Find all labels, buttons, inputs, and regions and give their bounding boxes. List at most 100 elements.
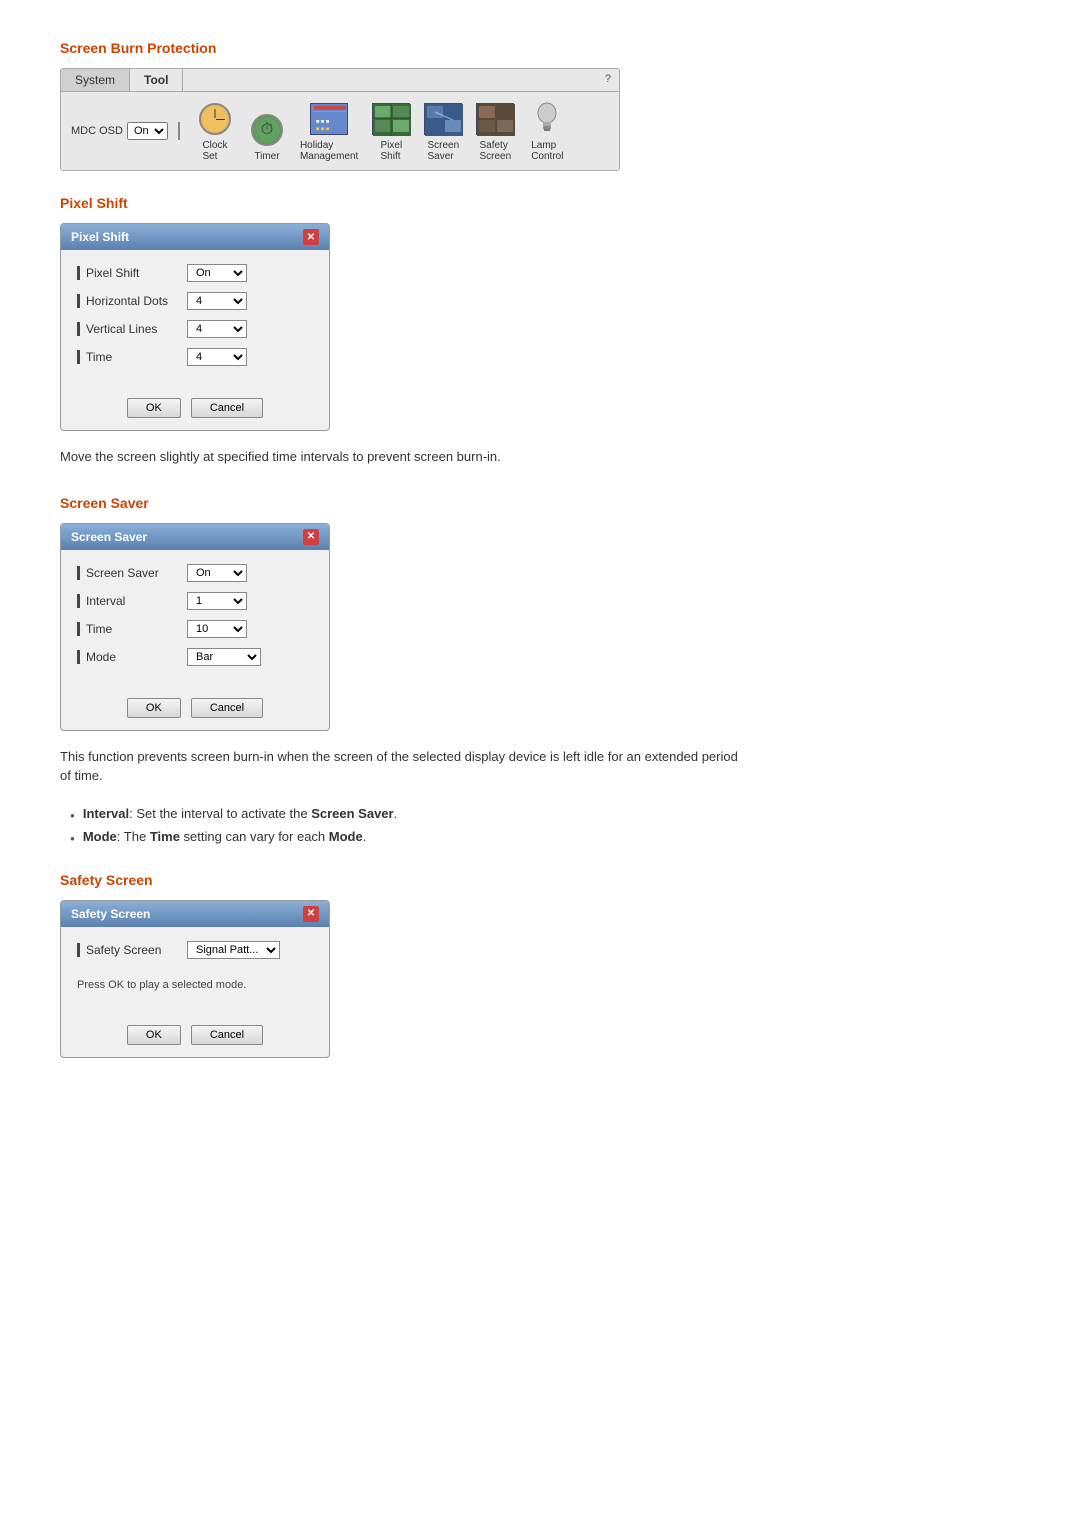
screen-saver-row-3: Time 102030 <box>77 620 313 638</box>
safety-screen-section-title: Safety Screen <box>60 872 1020 888</box>
toolbar-item-holiday[interactable]: ■ ■ ■ ■ ■ ■ HolidayManagement <box>300 100 358 162</box>
screen-saver-label-1: Screen Saver <box>77 566 187 580</box>
timer-icon <box>251 114 283 146</box>
toolbar-panel: System Tool ? MDC OSD On Off ClockSet <box>60 68 620 171</box>
pixel-shift-select-4[interactable]: 4812 <box>187 348 247 366</box>
pixel-shift-dialog-body: Pixel Shift On Off Horizontal Dots 4812 … <box>61 250 329 390</box>
pixel-shift-label-1: Pixel Shift <box>77 266 187 280</box>
mdc-osd-select[interactable]: On Off <box>127 122 168 140</box>
page-title: Screen Burn Protection <box>60 40 1020 56</box>
help-icon[interactable]: ? <box>597 69 619 91</box>
lamp-control-icon-box <box>528 100 566 138</box>
safety-screen-dialog: Safety Screen ✕ Safety Screen Signal Pat… <box>60 900 330 1058</box>
toolbar-item-timer[interactable]: Timer <box>248 111 286 162</box>
screen-saver-footer: OK Cancel <box>61 690 329 730</box>
safety-screen-icon-box <box>476 100 514 138</box>
screen-saver-ok-button[interactable]: OK <box>127 698 181 718</box>
pixel-shift-cancel-button[interactable]: Cancel <box>191 398 263 418</box>
tab-system[interactable]: System <box>61 69 130 91</box>
clock-set-icon-box <box>196 100 234 138</box>
toolbar-item-clock-set[interactable]: ClockSet <box>196 100 234 162</box>
svg-text:■ ■ ■: ■ ■ ■ <box>316 119 330 125</box>
screen-saver-row-4: Mode BarFadeAll White <box>77 648 313 666</box>
screen-saver-dialog-body: Screen Saver OnOff Interval 125 Time 102… <box>61 550 329 690</box>
screen-saver-close-button[interactable]: ✕ <box>303 529 319 545</box>
toolbar-item-lamp-control[interactable]: LampControl <box>528 100 566 162</box>
screen-saver-dialog-titlebar: Screen Saver ✕ <box>61 524 329 550</box>
toolbar-tabs: System Tool ? <box>61 69 619 92</box>
bullet-item-mode: ● Mode: The Time setting can vary for ea… <box>70 829 1020 844</box>
holiday-label: HolidayManagement <box>300 140 358 162</box>
mdc-osd-label: MDC OSD <box>71 125 123 137</box>
pixel-shift-row-2: Horizontal Dots 4812 <box>77 292 313 310</box>
safety-screen-note: Press OK to play a selected mode. <box>77 975 313 999</box>
lamp-control-icon <box>533 103 561 135</box>
toolbar-item-pixel-shift[interactable]: PixelShift <box>372 100 410 162</box>
screen-saver-cancel-button[interactable]: Cancel <box>191 698 263 718</box>
pixel-shift-footer: OK Cancel <box>61 390 329 430</box>
screen-saver-label-4: Mode <box>77 650 187 664</box>
safety-screen-icon <box>476 103 514 135</box>
pixel-shift-select-1[interactable]: On Off <box>187 264 247 282</box>
pixel-shift-label-2: Horizontal Dots <box>77 294 187 308</box>
safety-screen-ok-button[interactable]: OK <box>127 1025 181 1045</box>
screen-saver-icon-box <box>424 100 462 138</box>
toolbar-body: MDC OSD On Off ClockSet Timer <box>61 92 619 170</box>
screen-saver-bullets: ● Interval: Set the interval to activate… <box>60 806 1020 844</box>
pixel-shift-label-4: Time <box>77 350 187 364</box>
screen-saver-row-2: Interval 125 <box>77 592 313 610</box>
pixel-shift-dialog: Pixel Shift ✕ Pixel Shift On Off Horizon… <box>60 223 330 431</box>
screen-saver-select-3[interactable]: 102030 <box>187 620 247 638</box>
timer-icon-box <box>248 111 286 149</box>
safety-screen-select-1[interactable]: Signal Patt... Bar Fade <box>187 941 280 959</box>
pixel-shift-ok-button[interactable]: OK <box>127 398 181 418</box>
pixel-shift-icon <box>372 103 410 135</box>
pixel-shift-select-2[interactable]: 4812 <box>187 292 247 310</box>
screen-saver-section: Screen Saver Screen Saver ✕ Screen Saver… <box>60 495 1020 844</box>
safety-screen-label-1: Safety Screen <box>77 943 187 957</box>
screen-saver-label-2: Interval <box>77 594 187 608</box>
safety-screen-cancel-button[interactable]: Cancel <box>191 1025 263 1045</box>
holiday-icon-box-wrap: ■ ■ ■ ■ ■ ■ <box>310 100 348 138</box>
svg-text:■ ■ ■: ■ ■ ■ <box>316 126 330 132</box>
pixel-shift-section: Pixel Shift Pixel Shift ✕ Pixel Shift On… <box>60 195 1020 467</box>
screen-saver-dialog-title: Screen Saver <box>71 530 147 544</box>
safety-screen-label: SafetyScreen <box>479 140 511 162</box>
bullet-dot-2: ● <box>70 834 75 843</box>
pixel-shift-icon-box <box>372 100 410 138</box>
clock-set-label: ClockSet <box>202 140 227 162</box>
screen-saver-select-4[interactable]: BarFadeAll White <box>187 648 261 666</box>
tab-tool[interactable]: Tool <box>130 69 183 91</box>
safety-screen-footer: OK Cancel <box>61 1017 329 1057</box>
screen-saver-label: ScreenSaver <box>427 140 459 162</box>
clock-icon <box>199 103 231 135</box>
safety-screen-dialog-titlebar: Safety Screen ✕ <box>61 901 329 927</box>
toolbar-item-safety-screen[interactable]: SafetyScreen <box>476 100 514 162</box>
bullet-text-mode: Mode: The Time setting can vary for each… <box>83 829 367 844</box>
bullet-item-interval: ● Interval: Set the interval to activate… <box>70 806 1020 821</box>
screen-saver-row-1: Screen Saver OnOff <box>77 564 313 582</box>
screen-saver-select-2[interactable]: 125 <box>187 592 247 610</box>
pixel-shift-label: PixelShift <box>380 140 402 162</box>
safety-screen-close-button[interactable]: ✕ <box>303 906 319 922</box>
holiday-icon: ■ ■ ■ ■ ■ ■ <box>310 103 348 135</box>
safety-screen-dialog-title: Safety Screen <box>71 907 150 921</box>
toolbar-item-screen-saver[interactable]: ScreenSaver <box>424 100 462 162</box>
pixel-shift-row-1: Pixel Shift On Off <box>77 264 313 282</box>
pixel-shift-select-3[interactable]: 4812 <box>187 320 247 338</box>
screen-saver-section-title: Screen Saver <box>60 495 1020 511</box>
mdc-osd-control: MDC OSD On Off <box>71 122 180 140</box>
pixel-shift-description: Move the screen slightly at specified ti… <box>60 447 740 467</box>
bullet-dot-1: ● <box>70 811 75 820</box>
timer-label: Timer <box>254 151 279 162</box>
pixel-shift-dialog-title: Pixel Shift <box>71 230 129 244</box>
toolbar-items: ClockSet Timer ■ ■ ■ <box>196 100 566 162</box>
pixel-shift-close-button[interactable]: ✕ <box>303 229 319 245</box>
safety-screen-section: Safety Screen Safety Screen ✕ Safety Scr… <box>60 872 1020 1058</box>
pixel-shift-label-3: Vertical Lines <box>77 322 187 336</box>
safety-screen-note-area: Press OK to play a selected mode. <box>77 969 313 1003</box>
screen-saver-select-1[interactable]: OnOff <box>187 564 247 582</box>
pixel-shift-dialog-titlebar: Pixel Shift ✕ <box>61 224 329 250</box>
bullet-text-interval: Interval: Set the interval to activate t… <box>83 806 397 821</box>
pixel-shift-section-title: Pixel Shift <box>60 195 1020 211</box>
